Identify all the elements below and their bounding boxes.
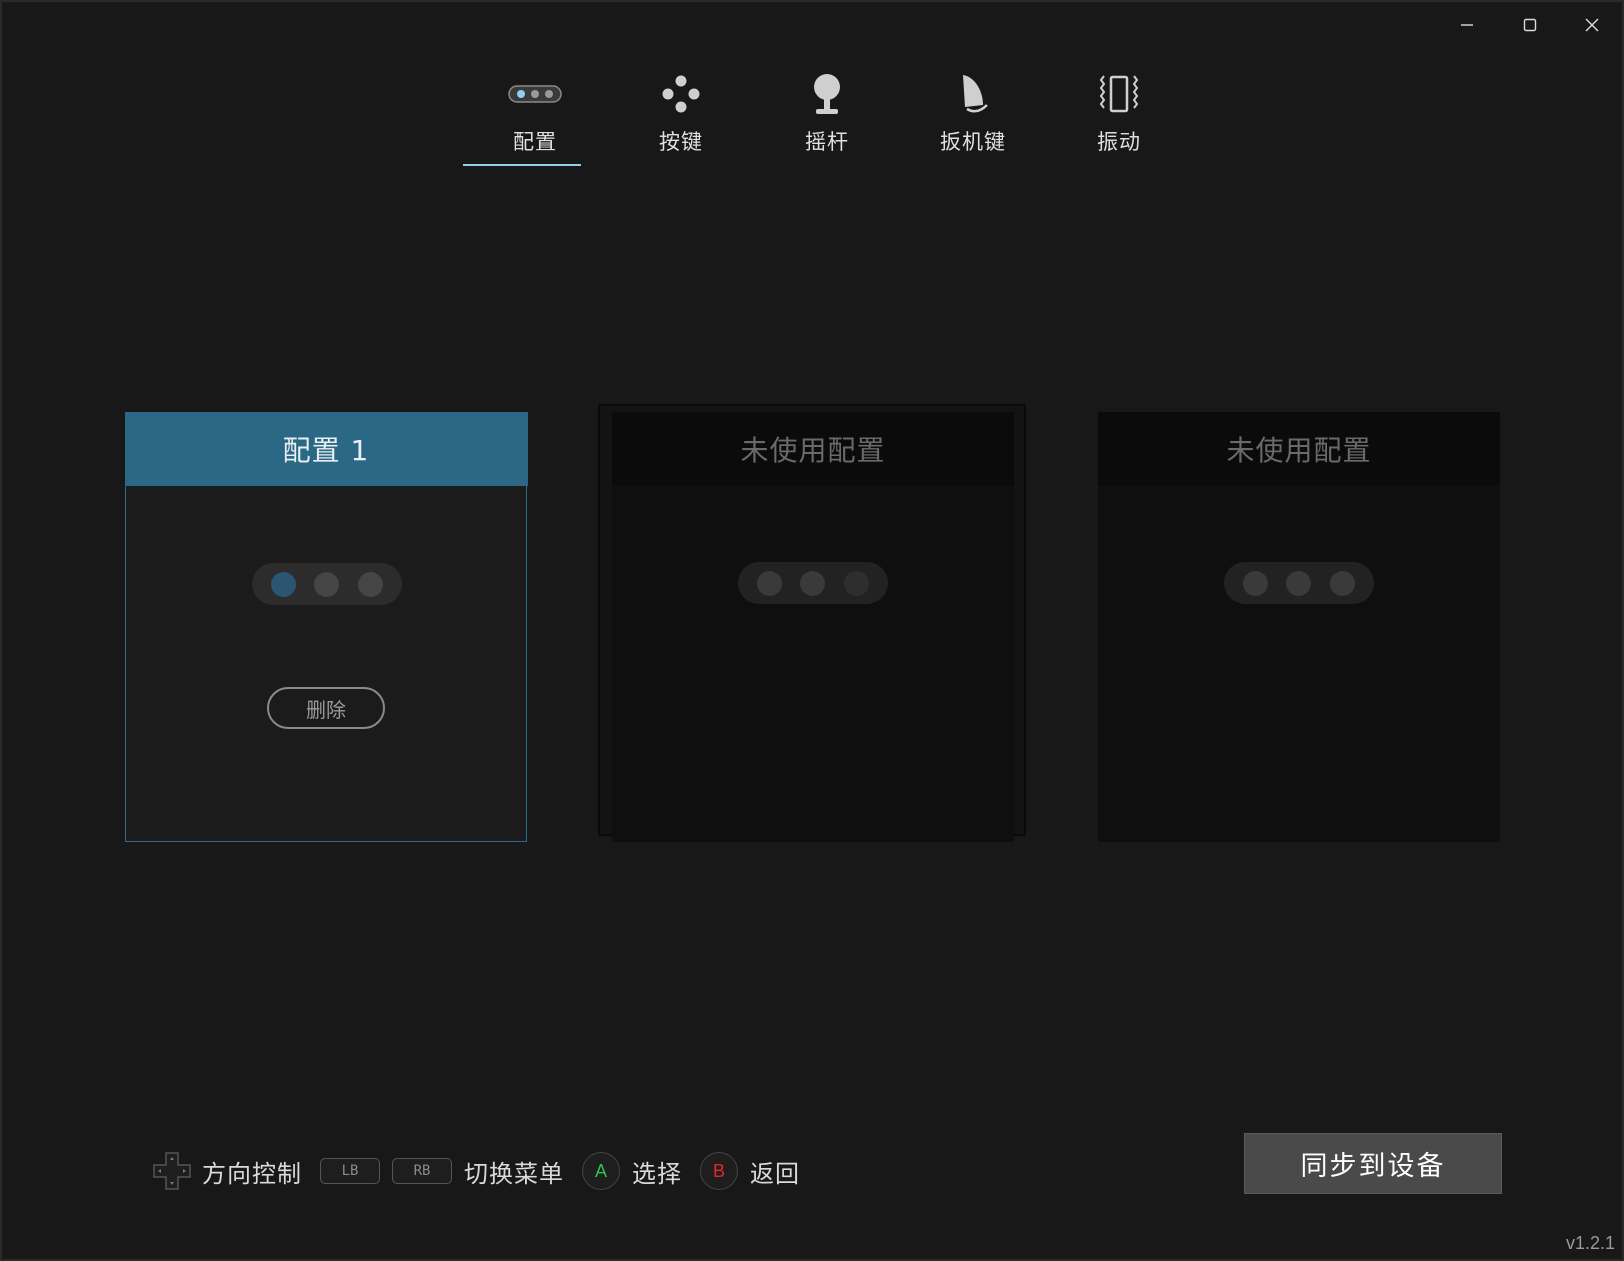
minimize-icon (1461, 24, 1473, 26)
controller-hints: 方向控制 LB RB 切换菜单 A 选择 B 返回 (150, 1148, 818, 1194)
dpad-icon (153, 1152, 191, 1190)
close-icon (1585, 18, 1599, 32)
profile-title: 配置 1 (124, 411, 528, 486)
joystick-icon (807, 68, 847, 120)
slot-dot-active (271, 571, 297, 597)
tab-vibration[interactable]: 振动 (1046, 68, 1192, 168)
slot-dot (800, 570, 826, 596)
dpad-label: 方向控制 (202, 1159, 302, 1188)
app-window: 配置 按键 摇杆 扳机键 振动 配置 1 删除 未使用配置 未使用配置 方向控制… (0, 0, 1624, 1261)
back-label: 返回 (750, 1159, 800, 1188)
select-label: 选择 (632, 1159, 682, 1188)
slot-indicator (1224, 562, 1374, 604)
tab-buttons-label: 按键 (659, 130, 703, 154)
tab-trigger-label: 扳机键 (940, 130, 1006, 154)
profile-card-3[interactable]: 未使用配置 (1098, 412, 1500, 842)
slot-dot (357, 571, 383, 597)
tab-buttons[interactable]: 按键 (608, 68, 754, 168)
switch-menu-label: 切换菜单 (464, 1159, 564, 1188)
slot-dot (1243, 570, 1269, 596)
version-label: v1.2.1 (1566, 1233, 1616, 1253)
profile-card-1[interactable]: 配置 1 删除 (124, 411, 528, 842)
tab-config[interactable]: 配置 (462, 68, 608, 168)
slot-dot (314, 571, 340, 597)
slot-indicator (252, 563, 402, 605)
slot-dot (757, 570, 783, 596)
delete-button[interactable]: 删除 (267, 687, 385, 729)
maximize-button[interactable] (1505, 8, 1555, 42)
buttons-icon (659, 68, 703, 120)
slot-dot (1329, 570, 1355, 596)
top-nav: 配置 按键 摇杆 扳机键 振动 (462, 68, 1192, 168)
b-key: B (700, 1152, 738, 1190)
profile-title: 未使用配置 (1098, 412, 1500, 486)
slot-indicator (738, 562, 888, 604)
a-key: A (582, 1152, 620, 1190)
minimize-button[interactable] (1442, 8, 1492, 42)
profile-card-2[interactable]: 未使用配置 (612, 412, 1014, 842)
trigger-icon (953, 68, 993, 120)
tab-trigger[interactable]: 扳机键 (900, 68, 1046, 168)
tab-joystick[interactable]: 摇杆 (754, 68, 900, 168)
vibration-icon (1096, 68, 1142, 120)
slot-dot-dim (843, 570, 869, 596)
slot-dot (1286, 570, 1312, 596)
config-dots-icon (507, 68, 563, 120)
sync-to-device-button[interactable]: 同步到设备 (1244, 1133, 1502, 1194)
close-button[interactable] (1567, 8, 1617, 42)
profile-title: 未使用配置 (612, 412, 1014, 486)
tab-joystick-label: 摇杆 (805, 130, 849, 154)
rb-key: RB (392, 1158, 452, 1184)
tab-vibration-label: 振动 (1097, 130, 1141, 154)
maximize-icon (1523, 18, 1537, 32)
lb-key: LB (320, 1158, 380, 1184)
tab-config-label: 配置 (513, 130, 557, 154)
